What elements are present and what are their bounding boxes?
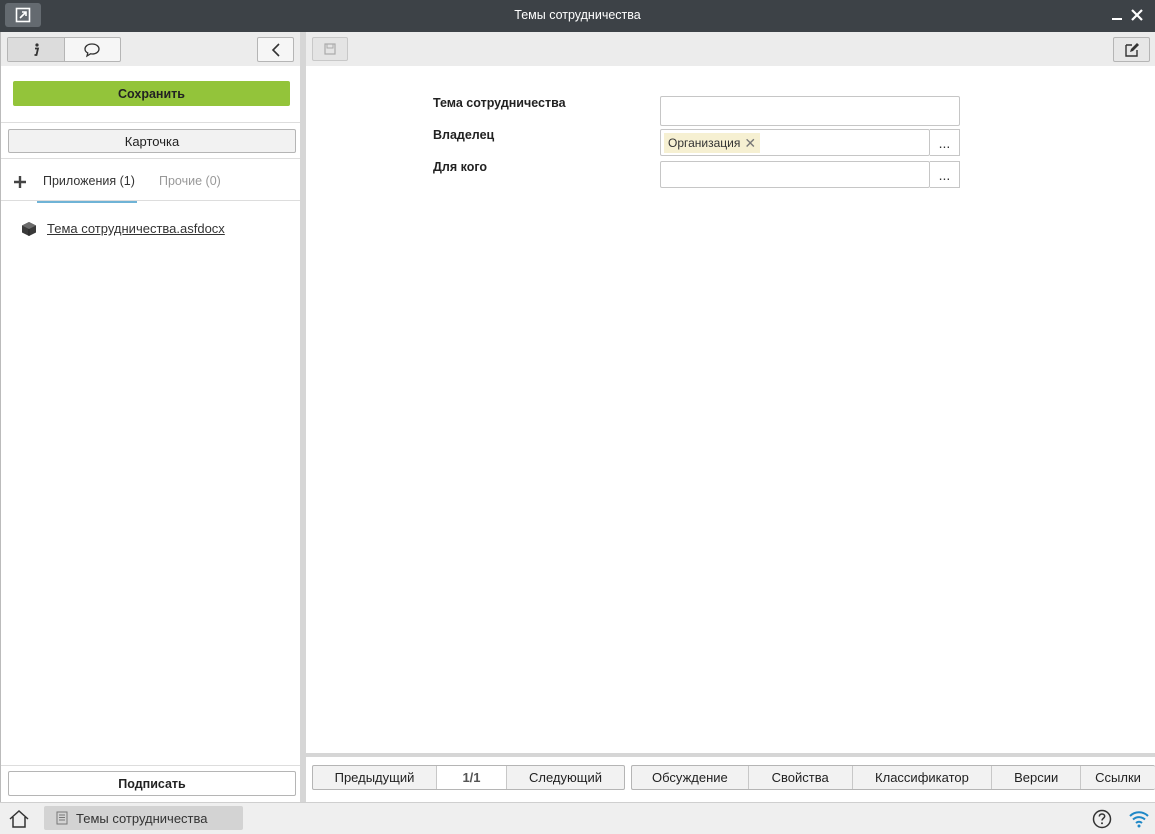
close-icon[interactable]	[1130, 8, 1144, 22]
document-cube-icon	[21, 221, 37, 237]
divider	[1, 122, 300, 123]
form-panel: Тема сотрудничества Владелец Организация…	[306, 32, 1155, 802]
owner-select-button[interactable]: ...	[930, 129, 960, 156]
comment-icon[interactable]	[65, 38, 121, 61]
card-button[interactable]: Карточка	[8, 129, 296, 153]
tab-classifier[interactable]: Классификатор	[853, 766, 993, 789]
chevron-left-icon[interactable]	[257, 37, 294, 62]
taskbar: Темы сотрудничества	[0, 802, 1155, 834]
divider	[1, 765, 300, 766]
minimize-icon[interactable]	[1110, 8, 1124, 22]
sidebar-toolbar	[1, 32, 300, 66]
tab-attachments[interactable]: Приложения (1)	[43, 174, 135, 188]
taskbar-item-label: Темы сотрудничества	[76, 810, 208, 826]
divider	[306, 753, 1155, 757]
sign-button[interactable]: Подписать	[8, 771, 296, 796]
window-title: Темы сотрудничества	[514, 8, 641, 22]
window-titlebar: Темы сотрудничества	[0, 0, 1155, 32]
owner-tag-label: Организация	[668, 136, 741, 150]
home-icon[interactable]	[8, 809, 30, 829]
document-icon	[56, 811, 68, 825]
edit-icon[interactable]	[1113, 37, 1150, 62]
field-label-for-whom: Для кого	[433, 160, 488, 174]
pager: Предыдущий 1/1 Следующий	[312, 765, 625, 790]
sidebar-mode-switch	[7, 37, 121, 62]
for-whom-select-button[interactable]: ...	[930, 161, 960, 188]
tab-links[interactable]: Ссылки	[1081, 766, 1155, 789]
divider	[1, 158, 300, 159]
owner-tag: Организация ✕	[664, 133, 761, 153]
attachment-link[interactable]: Тема сотрудничества.asfdocx	[47, 221, 225, 236]
tab-other[interactable]: Прочие (0)	[159, 174, 221, 188]
bottom-tabs: Обсуждение Свойства Классификатор Версии…	[631, 765, 1155, 790]
remove-tag-icon[interactable]: ✕	[744, 135, 756, 152]
plus-icon[interactable]	[13, 175, 27, 189]
owner-field[interactable]: Организация ✕	[660, 129, 930, 156]
tab-properties[interactable]: Свойства	[749, 766, 853, 789]
next-button[interactable]: Следующий	[507, 766, 624, 789]
info-icon[interactable]	[8, 38, 65, 61]
wifi-icon[interactable]	[1128, 809, 1150, 829]
tab-discussion[interactable]: Обсуждение	[632, 766, 749, 789]
taskbar-item[interactable]: Темы сотрудничества	[44, 806, 243, 830]
tab-versions[interactable]: Версии	[992, 766, 1082, 789]
for-whom-field[interactable]	[660, 161, 930, 188]
field-label-topic: Тема сотрудничества	[433, 96, 566, 110]
left-sidebar: Сохранить Карточка Приложения (1) Прочие…	[0, 32, 300, 802]
save-disk-icon[interactable]	[312, 37, 348, 61]
field-label-owner: Владелец	[433, 128, 495, 142]
divider	[1, 200, 300, 201]
save-button[interactable]: Сохранить	[13, 81, 290, 106]
help-icon[interactable]	[1092, 809, 1112, 829]
page-indicator: 1/1	[437, 766, 507, 789]
prev-button[interactable]: Предыдущий	[313, 766, 437, 789]
topic-input[interactable]	[660, 96, 960, 126]
form-toolbar	[306, 32, 1155, 66]
